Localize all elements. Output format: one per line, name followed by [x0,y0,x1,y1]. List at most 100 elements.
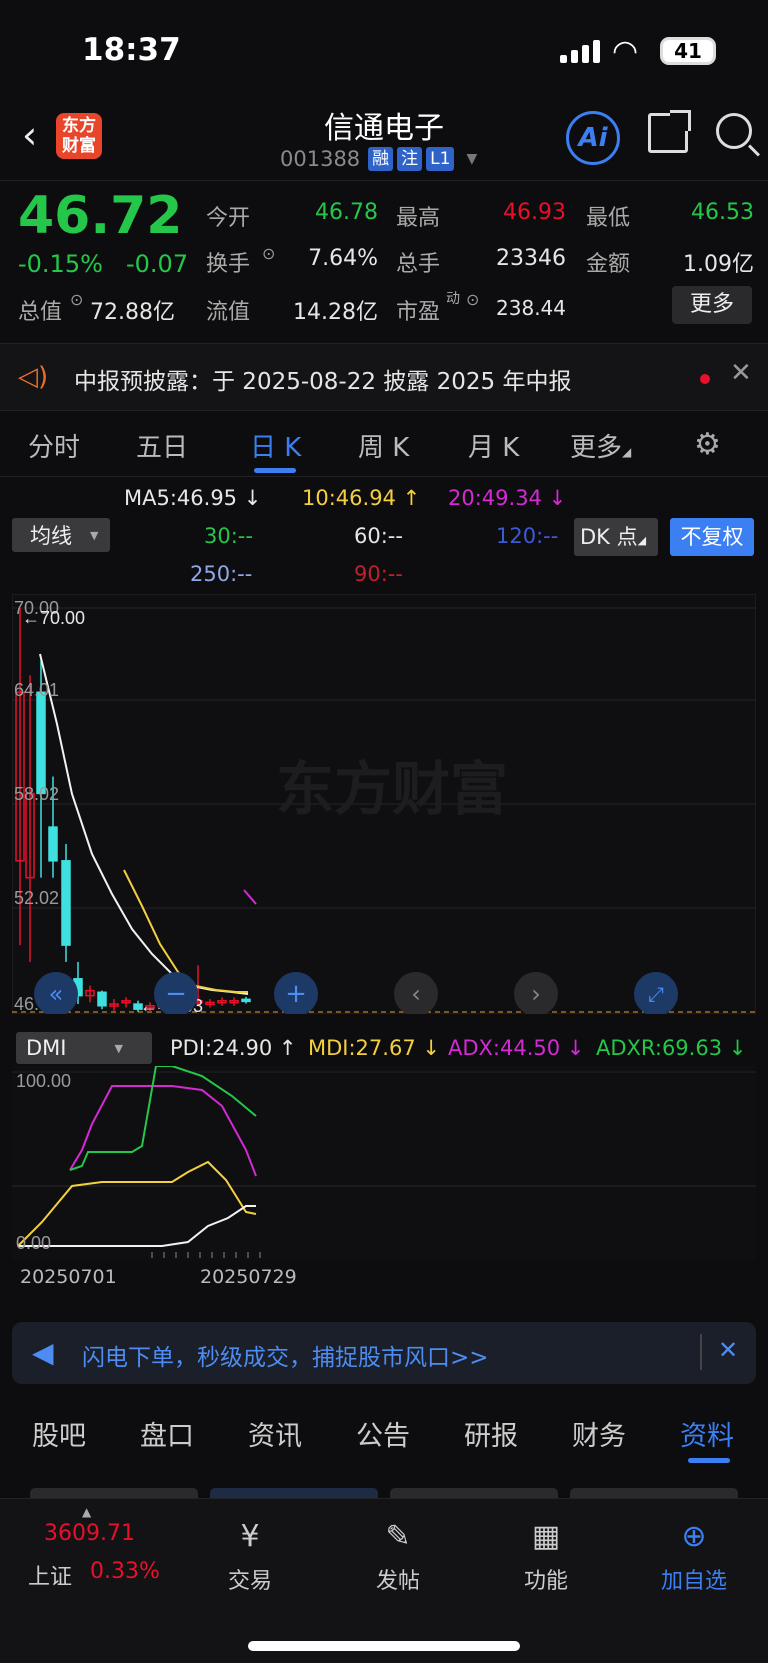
mdi-label: MDI:27.67 ↓ [308,1036,440,1060]
dmi-header: DMI ▼ PDI:24.90 ↑ MDI:27.67 ↓ ADX:44.50 ↓… [0,1030,768,1066]
search-icon[interactable] [716,113,752,149]
candle-body [241,998,251,1003]
value-low: 46.53 [691,200,754,225]
kline-chart[interactable]: 东方财富 70.00 64.01 58.02 52.02 46.03 ←70.0… [12,594,756,1014]
tab-intraday[interactable]: 分时 [28,427,80,464]
grid-icon: ▦ [531,1519,561,1554]
tab-announcements[interactable]: 公告 [356,1414,410,1453]
pdi-label: PDI:24.90 ↑ [170,1036,297,1060]
chevron-down-icon: ▼ [90,528,99,542]
sub-tab-stub [570,1488,738,1498]
double-chevron-left-icon: « [49,980,64,1008]
tab-orderbook[interactable]: 盘口 [140,1414,194,1453]
chevron-up-icon[interactable]: ▲ [82,1505,91,1519]
current-price: 46.72 [18,186,183,246]
index-percent: 0.33% [90,1559,160,1584]
value-open: 46.78 [315,200,378,225]
label-high: 最高 [396,206,441,231]
tab-more[interactable]: 更多◢ [570,427,631,464]
functions-label: 功能 [523,1569,568,1594]
label-low: 最低 [586,206,631,231]
tab-research[interactable]: 研报 [464,1414,518,1453]
speaker-icon: ◁) [18,362,49,392]
ai-button[interactable]: Ai [566,111,620,165]
caret-icon: ◢ [622,445,632,459]
sub-tab-stub [210,1488,378,1498]
dmi-bottom-tick: 0.00 [16,1233,51,1253]
label-open: 今开 [206,206,251,231]
tab-weekly-k[interactable]: 周 K [358,427,409,464]
edit-icon: ✎ [385,1519,411,1554]
ma120-label: 120:-- [496,524,559,548]
tag-level: L1 [426,147,455,171]
adxr-label: ADXR:69.63 ↓ [596,1036,747,1060]
stock-code-row[interactable]: 001388 融 注 L1 ▼ [280,147,477,171]
promo-text: 闪电下单，秒级成交，捕捉股市风口>> [82,1345,489,1371]
ma250-label: 250:-- [190,562,253,586]
tab-finance[interactable]: 财务 [572,1414,626,1453]
kline-tabs: 分时 五日 日 K 周 K 月 K 更多◢ ⚙ [0,413,768,477]
indicator-select[interactable]: 均线 ▼ [12,518,110,552]
tab-five-day[interactable]: 五日 [136,427,188,464]
tab-forum[interactable]: 股吧 [32,1414,86,1453]
notice-text: 中报预披露：于 2025-08-22 披露 2025 年中报 [74,369,572,395]
chevron-down-icon: ▼ [114,1041,123,1055]
status-time: 18:37 [82,32,181,68]
index-value[interactable]: 3609.71 [44,1521,135,1546]
dmi-select[interactable]: DMI ▼ [16,1032,152,1064]
yen-icon: ¥ [240,1519,260,1554]
sub-tab-stub [390,1488,558,1498]
divider [700,1334,702,1370]
dmi-top-tick: 100.00 [16,1071,71,1091]
dmi-frame [12,1066,756,1260]
notice-bar[interactable]: ◁) 中报预披露：于 2025-08-22 披露 2025 年中报 ✕ [0,343,768,411]
plus-icon: + [285,979,307,1009]
value-market-cap: 72.88亿 [90,300,175,325]
megaphone-icon: ◀ [32,1336,54,1369]
tag-registration: 注 [397,147,423,171]
tab-monthly-k[interactable]: 月 K [468,427,519,464]
dk-point-button[interactable]: DK 点◢ [574,518,658,556]
x-tick-start: 20250701 [20,1266,117,1288]
info-icon[interactable]: ⊙ [466,290,479,309]
ma60-label: 60:-- [354,524,403,548]
add-watchlist-button[interactable]: ⊕ 加自选 [634,1517,754,1595]
post-button[interactable]: ✎ 发帖 [338,1517,458,1595]
ma30-label: 30:-- [204,524,253,548]
dmi-chart[interactable]: 100.00 0.00 [12,1066,756,1260]
label-market-cap: 总值 [18,300,63,325]
candle-body [97,991,107,1007]
chevron-left-icon: ‹ [411,980,421,1008]
adjust-mode-button[interactable]: 不复权 [670,518,754,556]
y-tick: 58.02 [14,784,59,804]
tab-news[interactable]: 资讯 [248,1414,302,1453]
info-icon[interactable]: ⊙ [70,290,83,309]
info-icon[interactable]: ⊙ [262,244,275,263]
promo-banner[interactable]: ◀ 闪电下单，秒级成交，捕捉股市风口>> ✕ [12,1322,756,1384]
candle-body [48,826,58,862]
label-pe: 市盈 [396,300,441,325]
dmi-select-label: DMI [26,1036,67,1060]
status-bar: 18:37 ◠ 41 [0,0,768,95]
label-float-cap: 流值 [206,300,251,325]
bottom-bar: ▲ 3609.71 上证 0.33% ¥ 交易 ✎ 发帖 ▦ 功能 ⊕ 加自选 [0,1498,768,1663]
functions-button[interactable]: ▦ 功能 [486,1517,606,1595]
ma10-label: 10:46.94 ↑ [302,486,421,510]
settings-gear-icon[interactable]: ⚙ [694,427,721,462]
value-amount: 1.09亿 [683,252,754,277]
watermark: 东方财富 [276,757,508,822]
more-button[interactable]: 更多 [672,286,752,324]
close-icon[interactable]: ✕ [730,358,752,388]
active-tab-indicator [688,1458,730,1463]
close-icon[interactable]: ✕ [718,1336,738,1364]
share-icon[interactable] [648,110,691,153]
sub-tab-stub [30,1488,198,1498]
index-name: 上证 [28,1565,73,1590]
trade-label: 交易 [227,1569,272,1594]
tab-profile[interactable]: 资料 [680,1414,734,1453]
trade-button[interactable]: ¥ 交易 [190,1517,310,1595]
label-volume: 总手 [396,252,441,277]
active-tab-indicator [254,468,296,473]
value-volume: 23346 [496,246,566,271]
tab-daily-k[interactable]: 日 K [250,427,301,464]
